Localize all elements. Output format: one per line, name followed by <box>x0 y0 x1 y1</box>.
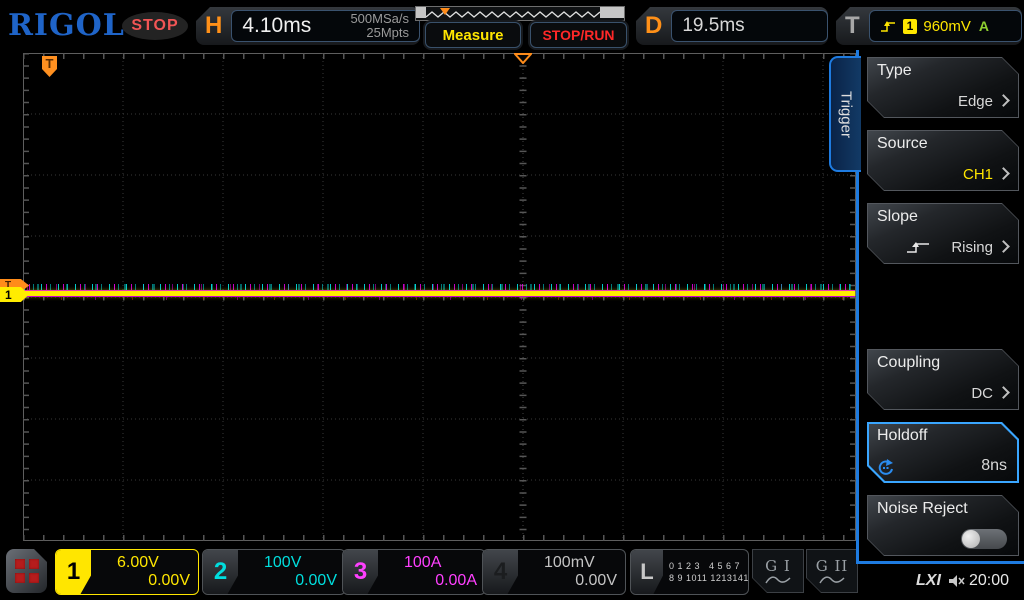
measure-button-label: Measure <box>443 27 504 44</box>
channel4-scale: 100mV <box>544 554 595 572</box>
noise-reject-label: Noise Reject <box>877 500 968 518</box>
sample-rate-block: 500MSa/s25Mpts <box>350 12 409 40</box>
preview-position-marker-icon[interactable] <box>440 8 450 15</box>
stop-run-button[interactable]: STOP/RUN <box>530 22 627 48</box>
t-label: T <box>836 12 869 40</box>
rigol-logo: RIGOL <box>8 8 125 43</box>
delay-center-marker-icon[interactable] <box>514 53 532 64</box>
slope-label: Slope <box>877 208 918 226</box>
coupling-value: DC <box>971 385 993 402</box>
noise-reject-toggle[interactable] <box>961 529 1007 549</box>
sample-rate: 500MSa/s <box>350 11 409 26</box>
holdoff-value: 8ns <box>981 457 1007 475</box>
menu-item-noise-reject[interactable]: Noise Reject <box>867 495 1019 556</box>
d-label: D <box>636 12 671 40</box>
trigger-position-flag-letter: T <box>46 56 54 77</box>
menu-item-coupling[interactable]: Coupling DC <box>867 349 1019 410</box>
menu-item-source[interactable]: Source CH1 <box>867 130 1019 191</box>
menu-item-slope[interactable]: Slope Rising <box>867 203 1019 264</box>
trigger-menu-panel: Type Edge Source CH1 Slope Rising Coupli… <box>856 50 1024 564</box>
slope-value: Rising <box>951 239 993 256</box>
holdoff-label: Holdoff <box>877 427 927 445</box>
channel3-number: 3 <box>343 550 378 594</box>
logic-analyzer-box[interactable]: L 0 1 2 3 4 5 6 7 8 9 1011 12131415 <box>630 549 749 595</box>
toggle-knob <box>962 530 980 548</box>
trigger-level-value: 960mV <box>923 18 971 35</box>
channel3-scale: 100A <box>404 554 441 572</box>
speaker-muted-icon[interactable] <box>948 574 966 588</box>
oscilloscope-screen: RIGOL STOP H 4.10ms 500MSa/s25Mpts Measu… <box>0 0 1024 600</box>
menu-grid-icon <box>15 559 39 583</box>
channel2-offset: 0.00V <box>244 572 337 590</box>
multifunction-knob-icon <box>876 459 895 476</box>
trigger-readout: 1 960mV A <box>869 10 1022 42</box>
sine-wave-icon <box>819 575 845 585</box>
channel3-values: 100A 0.00A <box>378 550 485 594</box>
trigger-menu-tab[interactable]: Trigger <box>829 56 861 172</box>
delay-box[interactable]: D 19.5ms <box>636 7 828 45</box>
logic-analyzer-label: L <box>631 550 663 594</box>
memory-depth: 25Mpts <box>366 25 409 40</box>
main-menu-button[interactable] <box>6 549 47 593</box>
lxi-status-label: LXI <box>916 572 941 590</box>
trigger-menu-tab-label: Trigger <box>838 91 855 138</box>
delay-readout: 19.5ms <box>671 10 828 42</box>
waveform-preview-strip[interactable] <box>415 6 625 21</box>
channel1-box[interactable]: 1 6.00V 0.00V <box>55 549 199 595</box>
sine-wave-icon <box>765 575 791 585</box>
coupling-label: Coupling <box>877 354 940 372</box>
channel1-number: 1 <box>56 550 91 594</box>
ch1-position-arrow-label: 1 <box>5 288 12 302</box>
generator1-button[interactable]: G I <box>752 549 804 593</box>
h-label: H <box>196 12 231 40</box>
preview-right-cap <box>600 7 624 18</box>
logic-channels-row1: 0 1 2 3 4 5 6 7 <box>669 560 749 572</box>
channel1-scale: 6.00V <box>117 554 159 572</box>
channel2-scale: 100V <box>264 554 301 572</box>
generator2-button[interactable]: G II <box>806 549 858 593</box>
rising-edge-icon <box>880 20 897 33</box>
channel2-number: 2 <box>203 550 238 594</box>
timebase-readout: 4.10ms 500MSa/s25Mpts <box>231 10 420 42</box>
measure-button[interactable]: Measure <box>425 22 521 48</box>
channel1-offset: 0.00V <box>97 572 190 590</box>
generator2-surface: G II <box>807 550 857 592</box>
source-value: CH1 <box>963 166 993 183</box>
channel4-number: 4 <box>483 550 518 594</box>
timebase-value: 4.10ms <box>242 14 311 38</box>
stop-run-button-label: STOP/RUN <box>542 27 614 43</box>
preview-left-cap <box>416 7 426 18</box>
clock: 20:00 <box>969 572 1009 590</box>
channel1-values: 6.00V 0.00V <box>91 550 198 594</box>
channel4-values: 100mV 0.00V <box>518 550 625 594</box>
channel3-box[interactable]: 3 100A 0.00A <box>342 549 486 595</box>
rising-slope-icon <box>905 239 931 255</box>
channel2-values: 100V 0.00V <box>238 550 345 594</box>
channel4-offset: 0.00V <box>524 572 617 590</box>
type-label: Type <box>877 62 912 80</box>
delay-value: 19.5ms <box>682 15 744 37</box>
type-value: Edge <box>958 93 993 110</box>
channel3-offset: 0.00A <box>384 572 477 590</box>
trigger-info-box[interactable]: T 1 960mV A <box>836 7 1022 45</box>
channel4-box[interactable]: 4 100mV 0.00V <box>482 549 626 595</box>
logic-channel-list: 0 1 2 3 4 5 6 7 8 9 1011 12131415 <box>663 550 749 594</box>
acquisition-status-text: STOP <box>131 17 178 35</box>
generator2-label: G II <box>816 557 849 575</box>
generator1-label: G I <box>765 557 791 575</box>
menu-item-holdoff[interactable]: Holdoff 8ns <box>867 422 1019 483</box>
generator1-surface: G I <box>753 550 803 592</box>
menu-item-type[interactable]: Type Edge <box>867 57 1019 118</box>
source-label: Source <box>877 135 928 153</box>
channel2-box[interactable]: 2 100V 0.00V <box>202 549 346 595</box>
trigger-source-badge: 1 <box>903 19 918 34</box>
trigger-status-flag: A <box>979 18 989 34</box>
horizontal-timebase-box[interactable]: H 4.10ms 500MSa/s25Mpts <box>196 7 420 45</box>
trace-under-noise <box>24 297 855 300</box>
logic-channels-row2: 8 9 1011 12131415 <box>669 572 749 584</box>
acquisition-status-badge: STOP <box>122 12 188 40</box>
